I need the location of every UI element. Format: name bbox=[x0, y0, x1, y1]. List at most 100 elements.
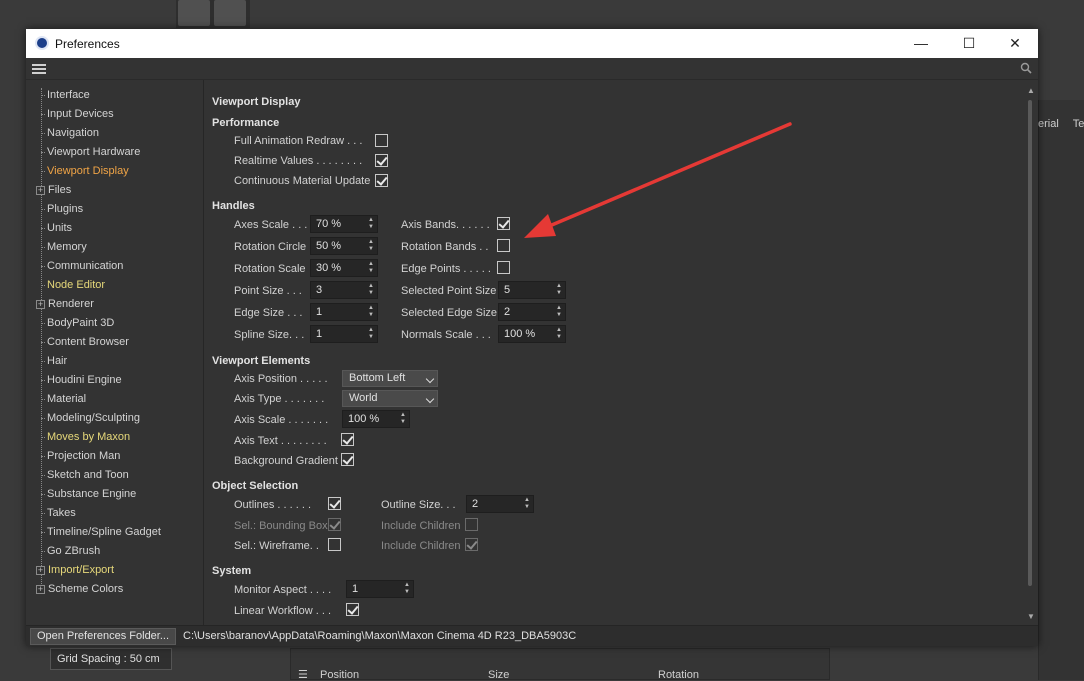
sidebar-item-label: Hair bbox=[47, 355, 68, 367]
checkbox-axis-bands[interactable] bbox=[497, 217, 510, 230]
sidebar-item-substance-engine[interactable]: Substance Engine bbox=[41, 485, 136, 504]
sidebar-item-memory[interactable]: Memory bbox=[41, 238, 87, 257]
spinner-icon[interactable]: ▲ ▼ bbox=[399, 412, 407, 426]
sidebar-item-houdini-engine[interactable]: Houdini Engine bbox=[41, 371, 122, 390]
field-spline-size[interactable]: 1 ▲ ▼ bbox=[310, 325, 378, 343]
field-rotation-scale[interactable]: 30 % ▲ ▼ bbox=[310, 259, 378, 277]
sidebar-item-navigation[interactable]: Navigation bbox=[41, 124, 99, 143]
spinner-icon[interactable]: ▲ ▼ bbox=[367, 217, 375, 231]
sidebar-item-label: Substance Engine bbox=[47, 488, 137, 500]
field-outline-size[interactable]: 2 ▲ ▼ bbox=[466, 495, 534, 513]
field-selected-point-size[interactable]: 5 ▲ ▼ bbox=[498, 281, 566, 299]
label-bounding-box: Sel.: Bounding Box bbox=[234, 520, 328, 532]
sidebar-item-label: BodyPaint 3D bbox=[47, 317, 115, 329]
spinner-icon[interactable]: ▲ ▼ bbox=[555, 327, 563, 341]
sidebar-item-go-zbrush[interactable]: Go ZBrush bbox=[41, 542, 100, 561]
background-tab-te[interactable]: Te bbox=[1073, 118, 1084, 130]
sidebar-item-node-editor[interactable]: Node Editor bbox=[41, 276, 105, 295]
field-point-size[interactable]: 3 ▲ ▼ bbox=[310, 281, 378, 299]
dots-icon[interactable] bbox=[214, 0, 246, 26]
checkbox-background-gradient[interactable] bbox=[341, 453, 354, 466]
title-bar[interactable]: Preferences — ☐ ✕ bbox=[26, 29, 1038, 58]
minimize-button[interactable]: — bbox=[898, 29, 944, 58]
section-viewport-elements: Viewport Elements bbox=[212, 355, 311, 367]
sidebar-item-communication[interactable]: Communication bbox=[41, 257, 123, 276]
spinner-icon[interactable]: ▲ ▼ bbox=[367, 327, 375, 341]
search-icon[interactable] bbox=[1020, 62, 1032, 74]
scroll-up-icon[interactable]: ▲ bbox=[1027, 86, 1035, 95]
maximize-button[interactable]: ☐ bbox=[946, 29, 992, 58]
sidebar-item-plugins[interactable]: Plugins bbox=[41, 200, 83, 219]
vertical-scrollbar[interactable]: ▲ ▼ bbox=[1026, 80, 1038, 625]
spinner-icon[interactable]: ▲ ▼ bbox=[403, 582, 411, 596]
sidebar-item-sketch-and-toon[interactable]: Sketch and Toon bbox=[41, 466, 129, 485]
sidebar-item-files[interactable]: Files bbox=[48, 181, 71, 200]
sidebar-item-import-export[interactable]: Import/Export bbox=[48, 561, 114, 580]
checkbox-full-animation-redraw[interactable] bbox=[375, 134, 388, 147]
sidebar-item-bodypaint-3d[interactable]: BodyPaint 3D bbox=[41, 314, 114, 333]
sidebar-item-modeling-sculpting[interactable]: Modeling/Sculpting bbox=[41, 409, 140, 428]
checkbox-rotation-bands[interactable] bbox=[497, 239, 510, 252]
expand-plus-icon[interactable]: + bbox=[36, 300, 45, 309]
checkbox-edge-points[interactable] bbox=[497, 261, 510, 274]
checkbox-include-children-2[interactable] bbox=[465, 538, 478, 551]
dropdown-axis-position[interactable]: Bottom Left bbox=[342, 370, 438, 387]
field-selected-edge-size[interactable]: 2 ▲ ▼ bbox=[498, 303, 566, 321]
sidebar-item-scheme-colors[interactable]: Scheme Colors bbox=[48, 580, 123, 599]
value-axes-scale: 70 % bbox=[316, 218, 342, 230]
hamburger-icon[interactable]: ☰ bbox=[298, 668, 308, 681]
tree-connector bbox=[41, 94, 45, 96]
expand-plus-icon[interactable]: + bbox=[36, 566, 45, 575]
label-include-children-1: Include Children bbox=[381, 520, 461, 532]
sidebar-item-takes[interactable]: Takes bbox=[41, 504, 76, 523]
tree-connector bbox=[41, 360, 45, 362]
spinner-icon[interactable]: ▲ ▼ bbox=[367, 239, 375, 253]
field-axes-scale[interactable]: 70 % ▲ ▼ bbox=[310, 215, 378, 233]
checkbox-realtime-values[interactable] bbox=[375, 154, 388, 167]
close-button[interactable]: ✕ bbox=[992, 29, 1038, 58]
checkbox-bounding-box[interactable] bbox=[328, 518, 341, 531]
sidebar-item-units[interactable]: Units bbox=[41, 219, 72, 238]
field-rotation-circle[interactable]: 50 % ▲ ▼ bbox=[310, 237, 378, 255]
field-normals-scale[interactable]: 100 % ▲ ▼ bbox=[498, 325, 566, 343]
spinner-icon[interactable]: ▲ ▼ bbox=[555, 305, 563, 319]
sidebar-item-renderer[interactable]: Renderer bbox=[48, 295, 94, 314]
sidebar-item-moves-by-maxon[interactable]: Moves by Maxon bbox=[41, 428, 130, 447]
expand-plus-icon[interactable]: + bbox=[36, 186, 45, 195]
spinner-icon[interactable]: ▲ ▼ bbox=[367, 261, 375, 275]
menu-icon[interactable] bbox=[32, 64, 46, 74]
sidebar-item-material[interactable]: Material bbox=[41, 390, 86, 409]
background-tab-material[interactable]: erial bbox=[1038, 118, 1059, 130]
dropdown-axis-type[interactable]: World bbox=[342, 390, 438, 407]
checkbox-outlines[interactable] bbox=[328, 497, 341, 510]
sidebar-item-interface[interactable]: Interface bbox=[41, 86, 90, 105]
sidebar-item-timeline-spline-gadget[interactable]: Timeline/Spline Gadget bbox=[41, 523, 161, 542]
field-axis-scale[interactable]: 100 % ▲ ▼ bbox=[342, 410, 410, 428]
spinner-icon[interactable]: ▲ ▼ bbox=[555, 283, 563, 297]
sidebar-item-input-devices[interactable]: Input Devices bbox=[41, 105, 114, 124]
sidebar-item-projection-man[interactable]: Projection Man bbox=[41, 447, 120, 466]
checkbox-include-children-1[interactable] bbox=[465, 518, 478, 531]
magnet-icon[interactable] bbox=[178, 0, 210, 26]
field-monitor-aspect[interactable]: 1 ▲ ▼ bbox=[346, 580, 414, 598]
checkbox-continuous-material-update[interactable] bbox=[375, 174, 388, 187]
scrollbar-thumb[interactable] bbox=[1028, 100, 1032, 586]
sidebar-item-label: Navigation bbox=[47, 127, 99, 139]
scroll-down-icon[interactable]: ▼ bbox=[1027, 612, 1035, 621]
field-edge-size[interactable]: 1 ▲ ▼ bbox=[310, 303, 378, 321]
sidebar-item-hair[interactable]: Hair bbox=[41, 352, 67, 371]
sidebar-item-label: Projection Man bbox=[47, 450, 121, 462]
checkbox-linear-workflow[interactable] bbox=[346, 603, 359, 616]
checkbox-wireframe[interactable] bbox=[328, 538, 341, 551]
sidebar-item-viewport-hardware[interactable]: Viewport Hardware bbox=[41, 143, 140, 162]
sidebar-item-label: Timeline/Spline Gadget bbox=[47, 526, 161, 538]
open-preferences-folder-button[interactable]: Open Preferences Folder... bbox=[30, 628, 176, 645]
sidebar-item-label: Sketch and Toon bbox=[47, 469, 129, 481]
checkbox-axis-text[interactable] bbox=[341, 433, 354, 446]
spinner-icon[interactable]: ▲ ▼ bbox=[523, 497, 531, 511]
spinner-icon[interactable]: ▲ ▼ bbox=[367, 305, 375, 319]
expand-plus-icon[interactable]: + bbox=[36, 585, 45, 594]
spinner-icon[interactable]: ▲ ▼ bbox=[367, 283, 375, 297]
sidebar-item-viewport-display[interactable]: Viewport Display bbox=[41, 162, 129, 181]
sidebar-item-content-browser[interactable]: Content Browser bbox=[41, 333, 129, 352]
